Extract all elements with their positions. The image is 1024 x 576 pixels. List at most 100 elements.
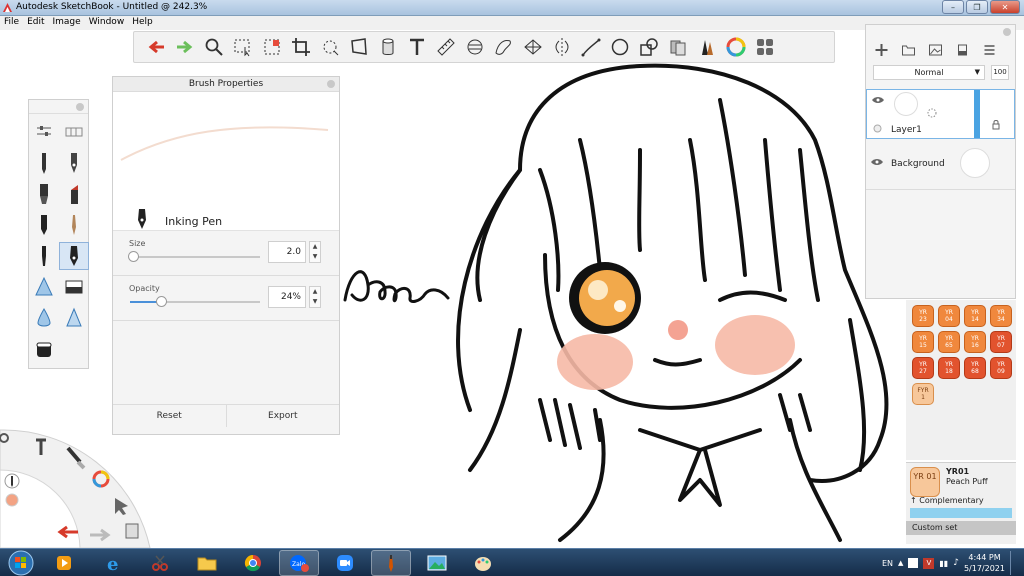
opacity-slider-handle[interactable] bbox=[156, 296, 168, 307]
file-explorer-taskbar-icon[interactable] bbox=[187, 550, 227, 576]
minimize-button[interactable]: – bbox=[942, 0, 964, 14]
media-player-taskbar-icon[interactable] bbox=[44, 550, 84, 576]
swatch-yr-16[interactable]: YR 16 bbox=[964, 331, 986, 353]
layer-panel-close-button[interactable] bbox=[1003, 28, 1011, 36]
swatch-fyr-1[interactable]: FYR 1 bbox=[912, 383, 934, 405]
swatch-yr-04[interactable]: YR 04 bbox=[938, 305, 960, 327]
show-desktop-button[interactable] bbox=[1010, 551, 1018, 575]
language-indicator[interactable]: EN bbox=[882, 559, 893, 568]
swatch-yr-14[interactable]: YR 14 bbox=[964, 305, 986, 327]
zoom-taskbar-icon[interactable] bbox=[325, 550, 365, 576]
fill-bucket-icon[interactable] bbox=[376, 35, 400, 59]
layer-opacity-field[interactable]: 100 bbox=[991, 65, 1009, 80]
snipping-tool-taskbar-icon[interactable] bbox=[140, 550, 180, 576]
menu-file[interactable]: File bbox=[0, 16, 23, 30]
layer-menu-icon[interactable] bbox=[982, 43, 997, 57]
swatch-yr-07[interactable]: YR 07 bbox=[990, 331, 1012, 353]
text-icon[interactable] bbox=[405, 35, 429, 59]
add-layer-icon[interactable] bbox=[874, 43, 889, 57]
copy-layer-icon[interactable] bbox=[125, 523, 139, 539]
perspective-icon[interactable] bbox=[521, 35, 545, 59]
opacity-value-field[interactable]: 24% bbox=[268, 286, 306, 308]
zoom-icon[interactable] bbox=[202, 35, 226, 59]
menu-edit[interactable]: Edit bbox=[23, 16, 48, 30]
felt-pen-icon[interactable] bbox=[29, 211, 59, 239]
sketchbook-taskbar-icon[interactable] bbox=[371, 550, 411, 576]
brush-library-icon[interactable] bbox=[695, 35, 719, 59]
stroke-icon[interactable] bbox=[579, 35, 603, 59]
undo-icon[interactable] bbox=[144, 35, 168, 59]
volume-icon[interactable]: ♪ bbox=[953, 558, 959, 568]
internet-explorer-taskbar-icon[interactable]: e bbox=[94, 550, 134, 576]
start-button[interactable] bbox=[4, 550, 38, 576]
size-slider[interactable] bbox=[127, 251, 260, 262]
swatch-yr-15[interactable]: YR 15 bbox=[912, 331, 934, 353]
marker-brush-icon[interactable] bbox=[29, 180, 59, 208]
opacity-stepper[interactable]: ▲ ▼ bbox=[309, 286, 321, 308]
redo-icon[interactable] bbox=[173, 35, 197, 59]
background-color-swatch[interactable] bbox=[960, 148, 990, 178]
circle-icon[interactable] bbox=[608, 35, 632, 59]
technical-pen-icon[interactable] bbox=[29, 242, 59, 270]
color-wheel-icon[interactable] bbox=[724, 35, 748, 59]
clock[interactable]: 4:44 PM 5/17/2021 bbox=[964, 552, 1005, 574]
symmetry-icon[interactable] bbox=[550, 35, 574, 59]
hard-eraser-icon[interactable] bbox=[29, 335, 59, 363]
lock-icon[interactable] bbox=[992, 120, 1000, 130]
restore-button[interactable]: ❐ bbox=[966, 0, 988, 14]
swatch-yr-18[interactable]: YR 18 bbox=[938, 357, 960, 379]
layer-opacity-bar[interactable] bbox=[974, 90, 980, 138]
blur-brush-icon[interactable] bbox=[29, 304, 59, 332]
crop-icon[interactable] bbox=[289, 35, 313, 59]
paint-brush-icon[interactable] bbox=[59, 211, 89, 239]
ellipse-guide-icon[interactable] bbox=[463, 35, 487, 59]
inking-pen-icon[interactable] bbox=[59, 242, 89, 270]
layer-row-layer1[interactable]: Layer1 bbox=[866, 89, 1015, 139]
french-curve-icon[interactable] bbox=[492, 35, 516, 59]
ballpoint-pen-icon[interactable] bbox=[59, 149, 89, 177]
layer-lock-icon[interactable] bbox=[927, 108, 937, 118]
distort-icon[interactable] bbox=[347, 35, 371, 59]
palette-close-button[interactable] bbox=[76, 103, 84, 111]
flag-icon[interactable] bbox=[908, 558, 919, 568]
smear-brush-icon[interactable] bbox=[59, 304, 89, 332]
brush-view-icon[interactable] bbox=[59, 118, 89, 146]
airbrush-icon[interactable] bbox=[29, 273, 59, 301]
pencil-brush-icon[interactable] bbox=[29, 149, 59, 177]
chrome-taskbar-icon[interactable] bbox=[233, 550, 273, 576]
color-swatch-icon[interactable] bbox=[753, 35, 777, 59]
swatch-yr-27[interactable]: YR 27 bbox=[912, 357, 934, 379]
complementary-label[interactable]: ↑ Complementary bbox=[910, 496, 984, 505]
clear-layer-icon[interactable] bbox=[955, 43, 970, 57]
swatch-yr-34[interactable]: YR 34 bbox=[990, 305, 1012, 327]
antivirus-icon[interactable]: V bbox=[923, 557, 935, 569]
ruler-icon[interactable] bbox=[434, 35, 458, 59]
add-image-icon[interactable] bbox=[928, 43, 943, 57]
add-group-icon[interactable] bbox=[901, 43, 916, 57]
size-slider-handle[interactable] bbox=[127, 251, 139, 262]
brush-settings-icon[interactable] bbox=[29, 118, 59, 146]
opacity-slider[interactable] bbox=[130, 296, 260, 307]
network-icon[interactable]: ▮▮ bbox=[939, 559, 948, 568]
brush-properties-close-button[interactable] bbox=[327, 80, 335, 88]
swatch-yr-65[interactable]: YR 65 bbox=[938, 331, 960, 353]
swatch-yr-68[interactable]: YR 68 bbox=[964, 357, 986, 379]
selected-color-chip[interactable]: YR 01 bbox=[910, 467, 940, 497]
layer-row-background[interactable]: Background bbox=[866, 140, 1015, 190]
export-button[interactable]: Export bbox=[225, 405, 340, 427]
custom-set-header[interactable]: Custom set bbox=[906, 521, 1016, 535]
shape-icon[interactable] bbox=[637, 35, 661, 59]
swatch-yr-09[interactable]: YR 09 bbox=[990, 357, 1012, 379]
menu-window[interactable]: Window bbox=[85, 16, 129, 30]
blend-mode-select[interactable]: Normal ▼ bbox=[873, 65, 985, 80]
current-brush-icon[interactable] bbox=[4, 473, 20, 489]
select-icon[interactable] bbox=[231, 35, 255, 59]
swatch-yr-23[interactable]: YR 23 bbox=[912, 305, 934, 327]
layer-select-dot-icon[interactable] bbox=[873, 124, 882, 133]
size-stepper[interactable]: ▲ ▼ bbox=[309, 241, 321, 263]
photo-viewer-taskbar-icon[interactable] bbox=[417, 550, 457, 576]
show-hidden-icons-icon[interactable]: ▲ bbox=[898, 559, 903, 567]
close-button[interactable]: ✕ bbox=[990, 0, 1020, 14]
visibility-eye-icon[interactable] bbox=[871, 158, 883, 166]
size-value-field[interactable]: 2.0 bbox=[268, 241, 306, 263]
